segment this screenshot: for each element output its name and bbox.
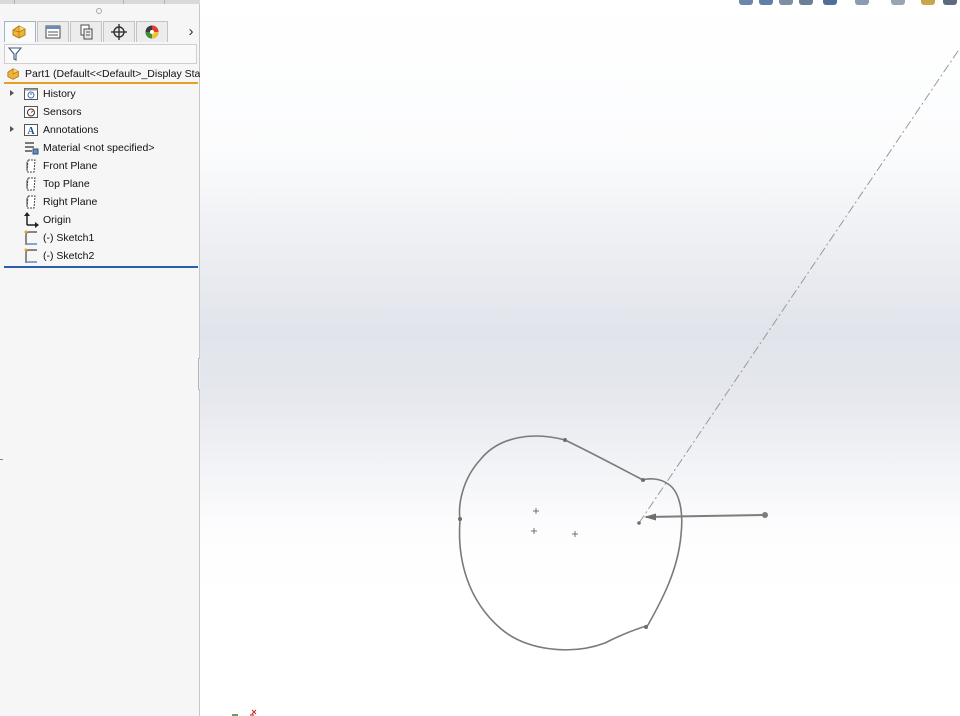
edge-marker: [0, 459, 3, 460]
tab-configurationmanager[interactable]: [70, 21, 102, 42]
tree-item-front-plane[interactable]: Front Plane: [0, 157, 198, 175]
endpoint[interactable]: [458, 517, 462, 521]
tree-item-sketch2[interactable]: (-) Sketch2: [0, 247, 198, 265]
tree-item-annotations[interactable]: A Annotations: [0, 121, 198, 139]
filter-funnel-icon[interactable]: [8, 47, 22, 61]
origin-icon: [24, 212, 39, 228]
tree-item-label: Sensors: [43, 106, 82, 118]
endpoint[interactable]: [762, 512, 768, 518]
tree-root-label: Part1 (Default<<Default>_Display State: [25, 68, 210, 80]
tree-item-material[interactable]: Material <not specified>: [0, 139, 198, 157]
tree-item-label: Top Plane: [43, 178, 90, 190]
tree-root-part[interactable]: Part1 (Default<<Default>_Display State: [4, 66, 209, 84]
tree-item-label: Annotations: [43, 124, 99, 136]
tab-dimxpertmanager[interactable]: [103, 21, 135, 42]
feature-tree: History Sensors A Annotations Material <…: [0, 85, 198, 265]
tree-item-label: Material <not specified>: [43, 142, 155, 154]
endpoint[interactable]: [563, 438, 567, 442]
part-icon: [7, 68, 19, 80]
center-mark: [531, 528, 537, 534]
plane-icon: [26, 177, 36, 191]
tab-overflow-chevron-icon[interactable]: ›: [184, 21, 198, 42]
tree-item-sensors[interactable]: Sensors: [0, 103, 198, 121]
tree-item-sketch1[interactable]: (-) Sketch1: [0, 229, 198, 247]
expand-arrow-icon[interactable]: [10, 90, 14, 96]
panel-grip-handle[interactable]: [96, 8, 102, 14]
feature-manager-panel: › Part1 (Default<<Default>_Display State…: [0, 4, 209, 716]
arrow-head: [644, 513, 656, 521]
plane-icon: [26, 195, 36, 209]
tab-displaymanager[interactable]: [136, 21, 168, 42]
sketch-vector-line[interactable]: [645, 514, 766, 518]
configurationmanager-icon: [80, 24, 93, 40]
construction-line[interactable]: [638, 47, 960, 524]
center-mark: [533, 508, 539, 514]
tree-item-label: (-) Sketch2: [43, 250, 95, 262]
tree-item-origin[interactable]: Origin: [0, 211, 198, 229]
displaymanager-icon: [145, 25, 159, 39]
sketch-profile[interactable]: [458, 435, 683, 651]
expand-arrow-icon[interactable]: [10, 126, 14, 132]
center-mark: [572, 531, 578, 537]
tab-featuremanager[interactable]: [4, 21, 36, 42]
sensors-icon: [24, 106, 38, 118]
tree-item-label: Front Plane: [43, 160, 98, 172]
tab-propertymanager[interactable]: [37, 21, 69, 42]
sketch-canvas: [458, 47, 960, 651]
endpoint[interactable]: [637, 521, 641, 525]
tree-item-label: (-) Sketch1: [43, 232, 95, 244]
reference-triad-icon: [232, 709, 257, 716]
tree-item-label: History: [43, 88, 76, 100]
material-icon: [25, 142, 39, 155]
tree-item-history[interactable]: History: [0, 85, 198, 103]
tree-filter-field[interactable]: [4, 44, 197, 64]
rollback-bar[interactable]: [4, 266, 198, 268]
graphics-viewport[interactable]: [200, 0, 960, 716]
propertymanager-icon: [45, 25, 61, 39]
featuremanager-part-icon: [12, 25, 26, 39]
endpoint[interactable]: [644, 625, 648, 629]
tree-item-top-plane[interactable]: Top Plane: [0, 175, 198, 193]
annotations-icon: A: [24, 124, 38, 137]
plane-icon: [26, 159, 36, 173]
endpoint[interactable]: [641, 478, 645, 482]
svg-text:A: A: [27, 126, 35, 137]
history-icon: [24, 88, 38, 100]
sketch-icon: [24, 248, 37, 263]
manager-tab-bar: ›: [4, 21, 198, 43]
tree-item-label: Origin: [43, 214, 72, 226]
tree-item-label: Right Plane: [43, 196, 98, 208]
dimxpertmanager-icon: [111, 24, 127, 40]
sketch-icon: [24, 230, 37, 245]
tree-item-right-plane[interactable]: Right Plane: [0, 193, 198, 211]
